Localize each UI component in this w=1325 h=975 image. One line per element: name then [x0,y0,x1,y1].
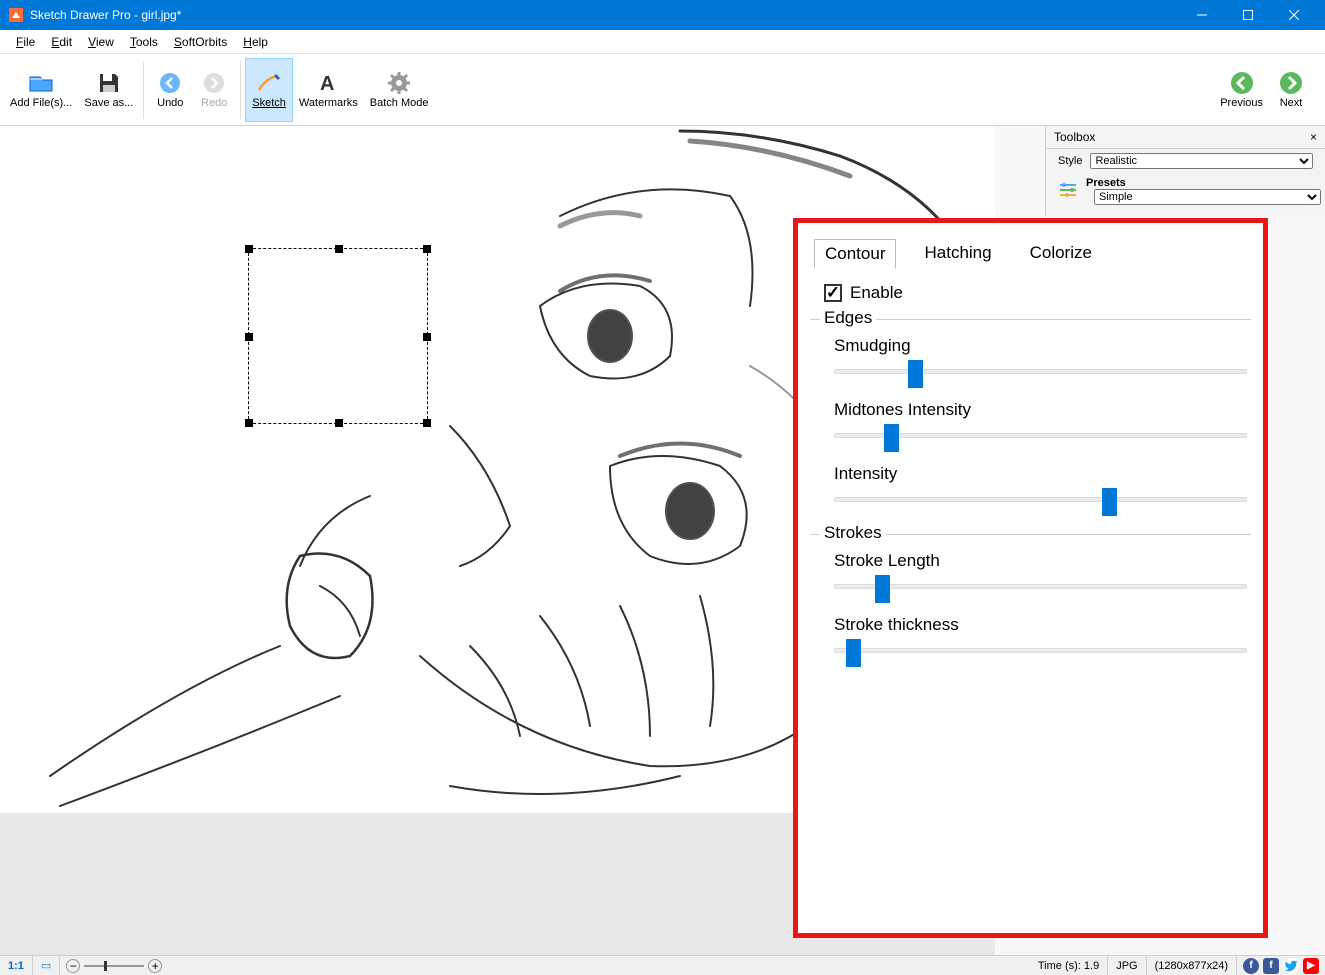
selection-handle-n[interactable] [335,245,343,253]
presets-select[interactable]: Simple [1094,189,1321,205]
undo-label: Undo [157,97,183,109]
midtones-label: Midtones Intensity [834,400,1247,420]
watermarks-label: Watermarks [299,97,358,109]
intensity-slider[interactable] [834,488,1247,510]
facebook-icon[interactable]: f [1263,958,1279,974]
next-button[interactable]: Next [1269,58,1313,122]
menu-bar: File Edit View Tools SoftOrbits Help [0,30,1325,54]
menu-view[interactable]: View [80,33,122,51]
close-button[interactable] [1271,0,1317,30]
previous-button[interactable]: Previous [1214,58,1269,122]
selection-handle-s[interactable] [335,419,343,427]
sketch-button[interactable]: Sketch [245,58,293,122]
menu-edit[interactable]: Edit [43,33,80,51]
redo-label: Redo [201,97,227,109]
youtube-icon[interactable]: ▶ [1303,958,1319,974]
intensity-label: Intensity [834,464,1247,484]
menu-softorbits[interactable]: SoftOrbits [166,33,235,51]
batch-mode-button[interactable]: Batch Mode [364,58,435,122]
enable-label: Enable [850,283,903,303]
stroke-length-label: Stroke Length [834,551,1247,571]
edges-label: Edges [820,308,876,328]
zoom-slider[interactable] [84,965,144,967]
selection-handle-w[interactable] [245,333,253,341]
contour-panel: Contour Hatching Colorize ✓ Enable Edges… [793,218,1268,938]
watermarks-icon: A [314,69,342,97]
sketch-icon [255,69,283,97]
next-label: Next [1280,97,1303,109]
selection-handle-sw[interactable] [245,419,253,427]
maximize-button[interactable] [1225,0,1271,30]
save-as-button[interactable]: Save as... [78,58,139,122]
batch-mode-label: Batch Mode [370,97,429,109]
toolbox-panel: Toolbox × Style Realistic Presets Simple [1045,126,1325,216]
selection-handle-nw[interactable] [245,245,253,253]
add-files-label: Add File(s)... [10,97,72,109]
undo-icon [156,69,184,97]
presets-label: Presets [1086,177,1313,189]
watermarks-button[interactable]: A Watermarks [293,58,364,122]
menu-help[interactable]: Help [235,33,276,51]
selection-handle-ne[interactable] [423,245,431,253]
presets-icon [1058,182,1078,201]
toolbar: Add File(s)... Save as... Undo Redo Sket… [0,54,1325,126]
stroke-thickness-label: Stroke thickness [834,615,1247,635]
app-icon [8,7,24,23]
status-format: JPG [1108,956,1146,975]
toolbox-header: Toolbox × [1046,126,1325,149]
separator [143,61,144,119]
svg-text:A: A [320,73,334,94]
redo-button: Redo [192,58,236,122]
tab-hatching[interactable]: Hatching [914,239,1001,269]
zoom-ratio[interactable]: 1:1 [0,956,33,975]
status-dimensions: (1280x877x24) [1147,956,1237,975]
save-as-label: Save as... [84,97,133,109]
edges-group: Edges Smudging Midtones Intensity Intens… [810,319,1251,510]
checkbox-icon: ✓ [824,284,842,302]
style-label: Style [1058,155,1082,167]
style-select[interactable]: Realistic [1090,153,1313,169]
zoom-in-button[interactable]: + [148,959,162,973]
selection-handle-e[interactable] [423,333,431,341]
window-title: Sketch Drawer Pro - girl.jpg* [30,8,1179,22]
selection-box[interactable] [248,248,428,424]
selection-handle-se[interactable] [423,419,431,427]
minimize-button[interactable] [1179,0,1225,30]
toolbox-close-icon[interactable]: × [1310,130,1317,144]
strokes-group: Strokes Stroke Length Stroke thickness [810,534,1251,661]
add-files-icon [27,69,55,97]
menu-tools[interactable]: Tools [122,33,166,51]
next-icon [1277,69,1305,97]
stroke-length-slider[interactable] [834,575,1247,597]
title-bar: Sketch Drawer Pro - girl.jpg* [0,0,1325,30]
smudging-slider[interactable] [834,360,1247,382]
midtones-slider[interactable] [834,424,1247,446]
facebook-round-icon[interactable]: f [1243,958,1259,974]
tab-colorize[interactable]: Colorize [1020,239,1102,269]
undo-button[interactable]: Undo [148,58,192,122]
add-files-button[interactable]: Add File(s)... [4,58,78,122]
tab-contour[interactable]: Contour [814,239,896,269]
separator [240,61,241,119]
previous-label: Previous [1220,97,1263,109]
zoom-out-button[interactable]: − [66,959,80,973]
enable-checkbox[interactable]: ✓ Enable [824,283,1251,303]
redo-icon [200,69,228,97]
sketch-label: Sketch [252,97,286,109]
twitter-icon[interactable] [1283,958,1299,974]
save-icon [95,69,123,97]
strokes-label: Strokes [820,523,886,543]
status-bar: 1:1 ▭ − + Time (s): 1.9 JPG (1280x877x24… [0,955,1325,975]
smudging-label: Smudging [834,336,1247,356]
panel-tabs: Contour Hatching Colorize [810,239,1251,269]
gear-icon [385,69,413,97]
stroke-thickness-slider[interactable] [834,639,1247,661]
toolbox-title: Toolbox [1054,130,1095,144]
fit-screen-icon[interactable]: ▭ [33,956,60,975]
menu-file[interactable]: File [8,33,43,51]
previous-icon [1228,69,1256,97]
status-time: Time (s): 1.9 [1030,956,1108,975]
